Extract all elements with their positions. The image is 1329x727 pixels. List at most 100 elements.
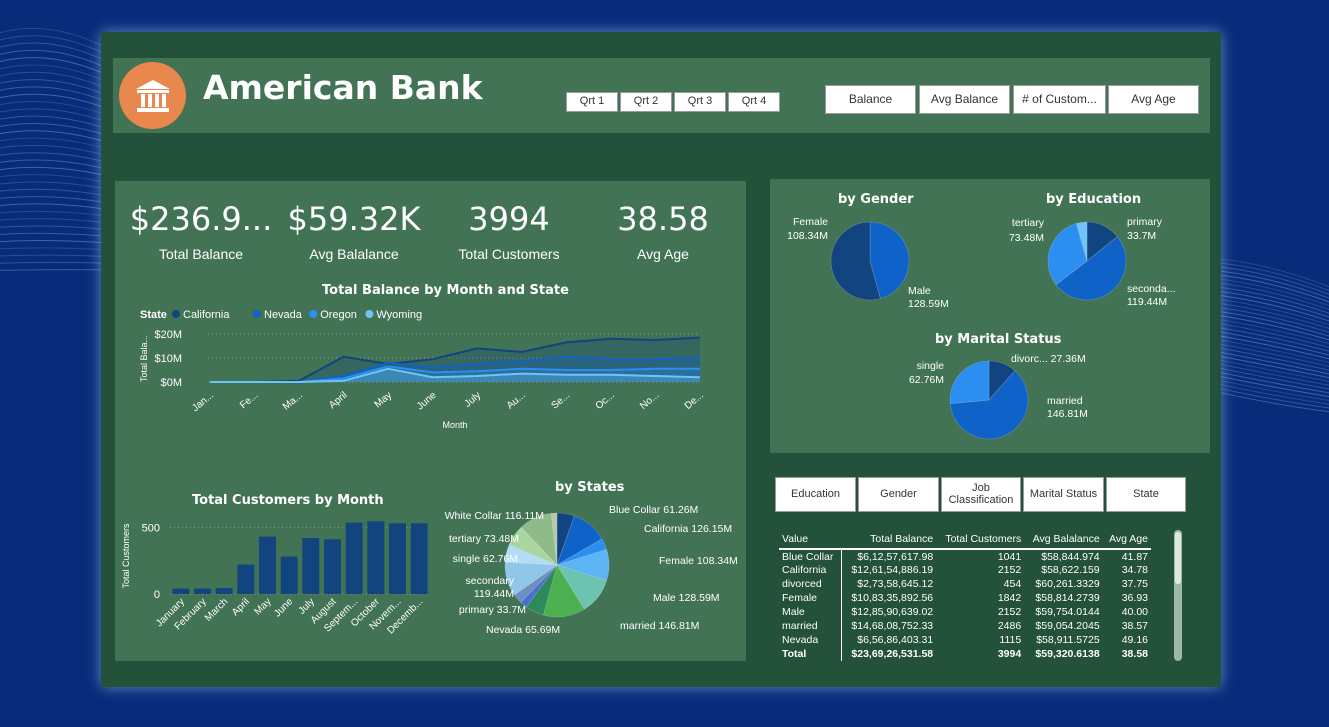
pie-value-single: 62.76M (909, 374, 944, 386)
y-axis-label: Total Customers (121, 523, 131, 589)
legend-marker (309, 310, 318, 318)
gender-pie-chart: Female 108.34M Male128.59M (787, 216, 949, 310)
table-header-avg-balance[interactable]: Avg Balalance (1024, 530, 1103, 550)
table-header-value[interactable]: Value (779, 530, 842, 550)
table-scrollbar-thumb[interactable] (1175, 532, 1181, 584)
quarter-button-4[interactable]: Qrt 4 (728, 92, 780, 112)
states-pie-chart: Blue Collar 61.26M California 126.15M Fema… (445, 504, 738, 636)
kpi-avg-balance-label: Avg Balalance (309, 246, 399, 262)
pie-label-married: married (1047, 395, 1083, 407)
x-tick-label: Jan... (190, 390, 216, 414)
y-tick-label: $10M (154, 353, 182, 365)
slicer-job-classification[interactable]: Job Classification (941, 477, 1021, 512)
slicer-marital-status[interactable]: Marital Status (1023, 477, 1104, 512)
slicer-gender[interactable]: Gender (858, 477, 939, 512)
quarter-button-1[interactable]: Qrt 1 (566, 92, 618, 112)
bar-february[interactable] (194, 588, 211, 594)
measure-button-avg-balance[interactable]: Avg Balance (919, 85, 1010, 114)
table-row[interactable]: divorced $2,73,58,645.12 454 $60,261.3329 37… (779, 577, 1151, 591)
table-cell: $10,83,35,892.56 (840, 591, 937, 605)
table-cell: $6,56,86,403.31 (840, 633, 937, 647)
quarter-button-3[interactable]: Qrt 3 (674, 92, 726, 112)
table-row[interactable]: married $14,68,08,752.33 2486 $59,054.2045 3… (779, 619, 1151, 633)
bar-decemb[interactable] (410, 523, 428, 594)
quarter-button-2[interactable]: Qrt 2 (620, 92, 672, 112)
table-cell: married (782, 620, 818, 632)
bar-april[interactable] (237, 564, 255, 594)
x-tick-label: De... (683, 390, 706, 412)
chart-title-by-gender: by Gender (838, 192, 914, 207)
table-cell: Male (782, 606, 805, 618)
summary-table: Value Total Balance Total Customers Avg … (779, 530, 1151, 661)
table-row[interactable]: Male $12,85,90,639.02 2152 $59,754.0144 40.0… (779, 605, 1151, 619)
table-cell: 1041 (997, 550, 1022, 563)
table-row[interactable]: Female $10,83,35,892.56 1842 $58,814.2739 36… (779, 591, 1151, 605)
x-tick-label: Ma... (281, 390, 305, 413)
bank-icon (119, 62, 186, 129)
x-axis-label: Month (442, 420, 467, 430)
x-tick-label: Se... (549, 390, 572, 412)
balance-area-chart: State California Nevada Oregon Wyoming $20M $1… (139, 309, 706, 430)
table-cell: 2486 (997, 620, 1022, 632)
table-cell: $2,73,58,645.12 (840, 577, 937, 591)
bar-novem[interactable] (389, 523, 406, 594)
table-cell: 2152 (997, 564, 1022, 576)
kpi-total-balance-value: $236.9... (129, 200, 273, 238)
table-header-row: Value Total Balance Total Customers Avg … (779, 530, 1151, 550)
bar-may[interactable] (259, 536, 276, 594)
table-header-total-balance[interactable]: Total Balance (841, 530, 937, 550)
legend-marker (253, 310, 261, 318)
table-cell: divorced (782, 578, 822, 590)
x-tick-label: Au... (505, 390, 528, 412)
pie-label-married: married 146.81M (620, 620, 699, 632)
chart-title-balance-by-month: Total Balance by Month and State (322, 283, 569, 298)
pie-label-male: Male (908, 285, 931, 297)
marital-slice-single[interactable] (949, 360, 990, 404)
pie-label-single: single (917, 360, 945, 372)
table-row[interactable]: Nevada $6,56,86,403.31 1115 $58,911.5725 49.… (779, 633, 1151, 647)
table-cell: 41.87 (1121, 550, 1148, 563)
slicer-education[interactable]: Education (775, 477, 856, 512)
pie-label-secondary: secondary (466, 575, 515, 587)
table-cell: $12,85,90,639.02 (840, 605, 937, 619)
bar-septem[interactable] (345, 522, 363, 594)
table-cell: California (782, 564, 827, 576)
bar-june[interactable] (280, 556, 298, 594)
table-cell: 49.16 (1121, 634, 1148, 646)
pie-label-white-collar: White Collar 116.11M (445, 510, 544, 522)
slicer-state[interactable]: State (1106, 477, 1186, 512)
table-header-avg-age[interactable]: Avg Age (1102, 530, 1151, 550)
table-cell: Nevada (782, 634, 819, 646)
bar-october[interactable] (367, 521, 385, 594)
pie-label-divorced: divorc... 27.36M (1011, 353, 1086, 365)
table-row[interactable]: California $12,61,54,886.19 2152 $58,622.15… (779, 563, 1151, 577)
table-cell: $58,814.2739 (1035, 592, 1100, 604)
table-cell: $58,844.974 (1041, 550, 1100, 563)
measure-button-customers[interactable]: # of Custom... (1013, 85, 1106, 114)
table-cell: $59,754.0144 (1035, 606, 1100, 618)
measure-button-avg-age[interactable]: Avg Age (1108, 85, 1199, 114)
bar-august[interactable] (324, 539, 341, 594)
pie-label-california: California 126.15M (644, 523, 732, 535)
table-cell: 34.78 (1121, 564, 1148, 576)
table-total-row[interactable]: Total $23,69,26,531.58 3994 $59,320.6138 38.… (779, 647, 1151, 661)
legend-marker (365, 310, 374, 318)
marital-pie-chart: divorc... 27.36M married146.81M single 62.7… (909, 353, 1088, 440)
table-row[interactable]: Blue Collar $6,12,57,617.98 1041 $58,844.97… (779, 549, 1151, 563)
legend-title: State (140, 309, 167, 321)
bar-july[interactable] (302, 538, 320, 594)
pie-label-secondary: seconda... (1127, 283, 1175, 295)
pie-label-female: Female 108.34M (659, 555, 738, 567)
pie-label-single: single 62.76M (453, 553, 518, 565)
bar-january[interactable] (172, 588, 190, 594)
table-cell: 37.75 (1121, 578, 1148, 590)
x-tick-label: May (252, 596, 273, 617)
kpi-total-customers-value: 3994 (468, 200, 550, 238)
table-cell: 3994 (997, 648, 1022, 660)
legend-label: California (183, 309, 230, 321)
pie-label-tertiary: tertiary (1012, 217, 1045, 229)
bar-march[interactable] (215, 588, 233, 594)
table-header-total-customers[interactable]: Total Customers (936, 530, 1025, 550)
measure-button-balance[interactable]: Balance (825, 85, 916, 114)
kpi-total-customers-label: Total Customers (458, 246, 560, 262)
